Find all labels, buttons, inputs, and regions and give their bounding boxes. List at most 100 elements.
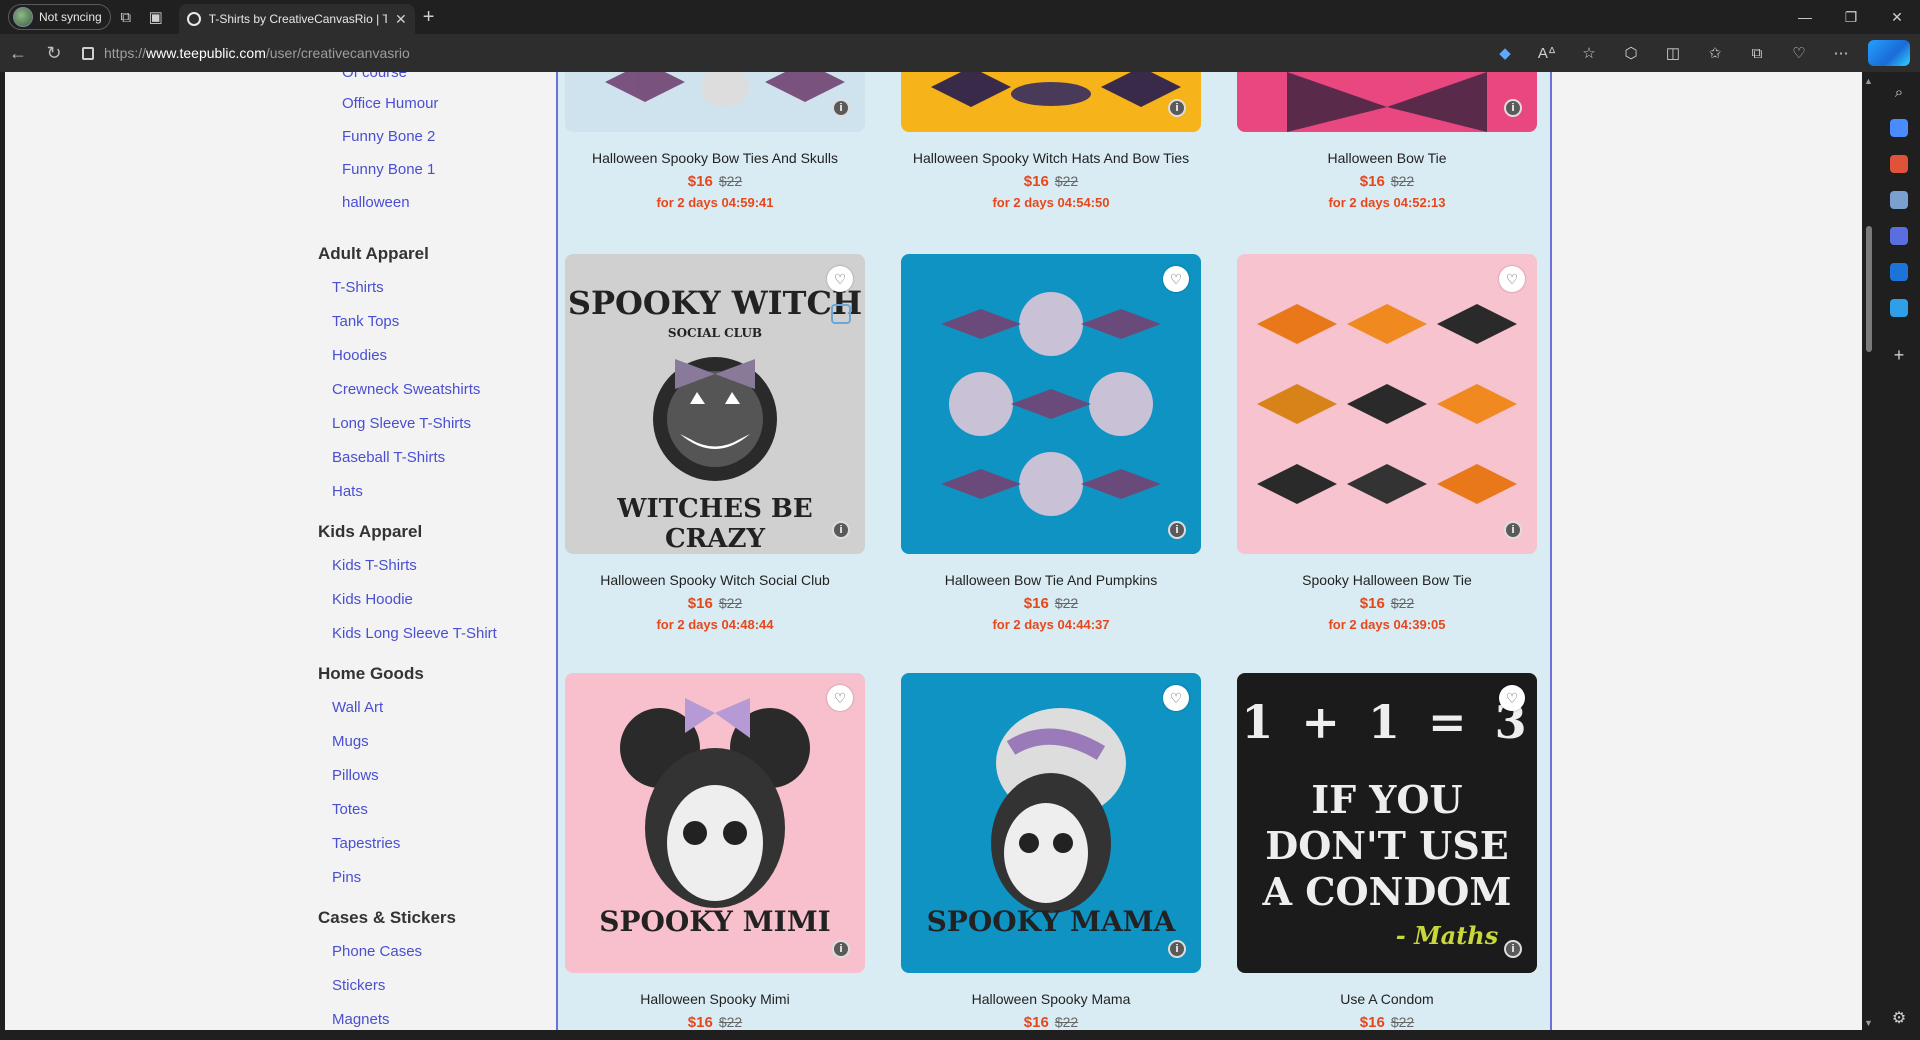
sidebar-link-funny-bone-2[interactable]: Funny Bone 2	[342, 128, 435, 145]
sidebar-link-tank-tops[interactable]: Tank Tops	[332, 313, 399, 330]
product-card[interactable]: i Halloween Spooky Bow Ties And Skulls $…	[565, 72, 865, 210]
sidebar-link-halloween[interactable]: halloween	[342, 194, 410, 211]
product-image[interactable]: SPOOKY MAMA ♡ i	[901, 673, 1201, 973]
sidebar-link-magnets[interactable]: Magnets	[332, 1011, 390, 1028]
product-image[interactable]: SPOOKY MIMI ♡ i	[565, 673, 865, 973]
more-menu-icon[interactable]: ⋯	[1820, 44, 1862, 62]
sidebar-link-pillows[interactable]: Pillows	[332, 767, 379, 784]
favorite-star-icon[interactable]: ☆	[1568, 44, 1610, 62]
product-card[interactable]: i Halloween Spooky Witch Hats And Bow Ti…	[901, 72, 1201, 210]
scrollbar-thumb[interactable]	[1866, 226, 1872, 352]
close-tab-icon[interactable]: ✕	[395, 11, 407, 28]
sidebar-link-pins[interactable]: Pins	[332, 869, 361, 886]
product-image[interactable]: ♡ i	[1237, 254, 1537, 554]
product-card[interactable]: SPOOKY MAMA ♡ i Halloween Spooky Mama $1…	[901, 673, 1201, 1030]
sidebar-link-kids-long-sleeve[interactable]: Kids Long Sleeve T-Shirt	[332, 625, 497, 642]
lock-icon[interactable]	[82, 46, 94, 60]
settings-gear-icon[interactable]: ⚙	[1892, 1008, 1906, 1028]
restore-icon[interactable]: ❐	[1828, 9, 1874, 26]
product-name[interactable]: Halloween Spooky Witch Social Club	[565, 572, 865, 588]
refresh-icon[interactable]: ↻	[36, 43, 72, 64]
favorite-heart-icon[interactable]: ♡	[827, 685, 853, 711]
tab-actions-icon[interactable]: ▣	[141, 3, 171, 31]
favorites-icon[interactable]: ✩	[1694, 44, 1736, 62]
info-icon[interactable]: i	[1168, 99, 1186, 117]
product-name[interactable]: Halloween Spooky Bow Ties And Skulls	[565, 150, 865, 166]
read-aloud-icon[interactable]: Aᐞ	[1526, 44, 1568, 62]
product-name[interactable]: Halloween Bow Tie And Pumpkins	[901, 572, 1201, 588]
new-tab-icon[interactable]: +	[423, 6, 435, 29]
product-name[interactable]: Spooky Halloween Bow Tie	[1237, 572, 1537, 588]
info-icon[interactable]: i	[1168, 521, 1186, 539]
info-icon[interactable]: i	[832, 99, 850, 117]
product-name[interactable]: Halloween Spooky Mama	[901, 991, 1201, 1007]
sidebar-link-hoodies[interactable]: Hoodies	[332, 347, 387, 364]
sidebar-link-funny-bone-1[interactable]: Funny Bone 1	[342, 161, 435, 178]
sidebar-link-baseball[interactable]: Baseball T-Shirts	[332, 449, 445, 466]
sidebar-link-kids-hoodie[interactable]: Kids Hoodie	[332, 591, 413, 608]
product-name[interactable]: Halloween Spooky Mimi	[565, 991, 865, 1007]
copilot-icon[interactable]	[1868, 40, 1910, 66]
sidebar-link-phone-cases[interactable]: Phone Cases	[332, 943, 422, 960]
copilot-side-icon[interactable]	[1890, 227, 1908, 245]
info-icon[interactable]: i	[832, 521, 850, 539]
sidebar-link-crewneck[interactable]: Crewneck Sweatshirts	[332, 381, 480, 398]
browser-essentials-icon[interactable]: ♡	[1778, 44, 1820, 62]
sidebar-link-long-sleeve[interactable]: Long Sleeve T-Shirts	[332, 415, 471, 432]
search-icon[interactable]: ⌕	[1895, 84, 1903, 101]
favorite-heart-icon[interactable]: ♡	[1499, 685, 1525, 711]
browser-tab[interactable]: T-Shirts by CreativeCanvasRio | T ✕	[178, 4, 415, 34]
product-image[interactable]: ♡ i	[901, 254, 1201, 554]
workspaces-icon[interactable]: ⧉	[111, 3, 141, 31]
games-icon[interactable]	[1890, 191, 1908, 209]
extensions-icon[interactable]: ⬡	[1610, 44, 1652, 62]
sidebar-link-hats[interactable]: Hats	[332, 483, 363, 500]
visual-search-icon[interactable]	[831, 304, 851, 324]
sidebar-link-stickers[interactable]: Stickers	[332, 977, 385, 994]
add-sidebar-app-icon[interactable]: +	[1894, 345, 1905, 366]
collections-icon[interactable]: ⧉	[1736, 45, 1778, 62]
address-field[interactable]: https://www.teepublic.com/user/creativec…	[82, 45, 1432, 61]
sidebar-link-wall-art[interactable]: Wall Art	[332, 699, 383, 716]
product-image[interactable]: SPOOKY WITCH SOCIAL CLUB WITCHES BE CRAZ…	[565, 254, 865, 554]
close-window-icon[interactable]: ✕	[1874, 9, 1920, 26]
product-image[interactable]: i	[1237, 72, 1537, 132]
product-card[interactable]: i Halloween Bow Tie $16 $22 for 2 days 04…	[1237, 72, 1537, 210]
page-scrollbar[interactable]: ▲ ▼	[1862, 72, 1876, 1030]
product-card[interactable]: SPOOKY MIMI ♡ i Halloween Spooky Mimi $1…	[565, 673, 865, 1030]
scroll-down-icon[interactable]: ▼	[1864, 1018, 1873, 1028]
sidebar-link-office-humour[interactable]: Office Humour	[342, 95, 438, 112]
profile-button[interactable]: Not syncing	[8, 4, 111, 30]
sidebar-link-t-shirts[interactable]: T-Shirts	[332, 279, 384, 296]
shopping-icon[interactable]	[1890, 119, 1908, 137]
info-icon[interactable]: i	[1504, 99, 1522, 117]
product-card[interactable]: SPOOKY WITCH SOCIAL CLUB WITCHES BE CRAZ…	[565, 254, 865, 632]
back-icon[interactable]: ←	[0, 43, 36, 64]
info-icon[interactable]: i	[1504, 940, 1522, 958]
product-image[interactable]: 1 + 1 = 3 IF YOU DON'T USE A CONDOM - Ma…	[1237, 673, 1537, 973]
product-card[interactable]: ♡ i Halloween Bow Tie And Pumpkins $16 $2…	[901, 254, 1201, 632]
product-image[interactable]: i	[901, 72, 1201, 132]
sidebar-link-mugs[interactable]: Mugs	[332, 733, 369, 750]
tools-icon[interactable]	[1890, 155, 1908, 173]
favorite-heart-icon[interactable]: ♡	[1499, 266, 1525, 292]
product-name[interactable]: Halloween Bow Tie	[1237, 150, 1537, 166]
product-card[interactable]: ♡ i Spooky Halloween Bow Tie $16 $22 for …	[1237, 254, 1537, 632]
product-card[interactable]: 1 + 1 = 3 IF YOU DON'T USE A CONDOM - Ma…	[1237, 673, 1537, 1030]
favorite-heart-icon[interactable]: ♡	[1163, 266, 1189, 292]
sidebar-link-kids-t-shirts[interactable]: Kids T-Shirts	[332, 557, 417, 574]
minimize-icon[interactable]: —	[1782, 9, 1828, 26]
scroll-up-icon[interactable]: ▲	[1864, 76, 1873, 86]
info-icon[interactable]: i	[1168, 940, 1186, 958]
sidebar-link-tapestries[interactable]: Tapestries	[332, 835, 400, 852]
product-name[interactable]: Use A Condom	[1237, 991, 1537, 1007]
outlook-icon[interactable]	[1890, 263, 1908, 281]
product-name[interactable]: Halloween Spooky Witch Hats And Bow Ties	[901, 150, 1201, 166]
sidebar-link-totes[interactable]: Totes	[332, 801, 368, 818]
favorite-heart-icon[interactable]: ♡	[1163, 685, 1189, 711]
product-image[interactable]: i	[565, 72, 865, 132]
info-icon[interactable]: i	[832, 940, 850, 958]
send-icon[interactable]	[1890, 299, 1908, 317]
split-screen-icon[interactable]: ◫	[1652, 44, 1694, 62]
sidebar-link-of-course[interactable]: Of course	[342, 72, 407, 81]
